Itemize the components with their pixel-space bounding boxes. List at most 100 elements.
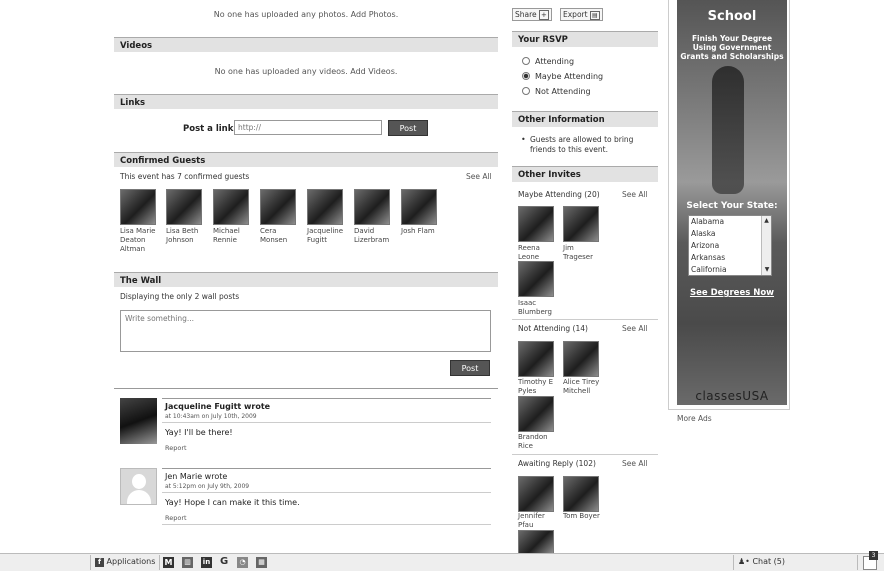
rsvp-option-not-attending[interactable]: Not Attending xyxy=(522,87,591,96)
facebook-apps-icon: f xyxy=(95,558,104,567)
invitee-avatar[interactable] xyxy=(518,476,554,512)
guest-name-6[interactable]: David Lizerbram xyxy=(354,227,398,245)
rsvp-option-maybe[interactable]: Maybe Attending xyxy=(522,72,603,81)
other-info-text: Guests are allowed to bring friends to t… xyxy=(530,135,634,154)
more-ads-link[interactable]: More Ads xyxy=(677,414,712,423)
invitee-avatar[interactable] xyxy=(563,206,599,242)
invitee-avatar[interactable] xyxy=(563,476,599,512)
wall-section-header: The Wall xyxy=(114,272,498,287)
post-divider xyxy=(162,398,491,399)
guest-avatar-3[interactable] xyxy=(213,189,249,225)
guest-name-4[interactable]: Cera Monsen xyxy=(260,227,304,245)
guests-see-all-link[interactable]: See All xyxy=(466,172,492,181)
guest-avatar-4[interactable] xyxy=(260,189,296,225)
invitee-avatar[interactable] xyxy=(518,341,554,377)
invitee-name[interactable]: Alice Tirey Mitchell xyxy=(563,378,609,396)
link-input[interactable] xyxy=(234,120,382,135)
app-icon-linkedin[interactable]: in xyxy=(201,557,212,568)
state-option[interactable]: California xyxy=(691,264,771,275)
radio-icon[interactable] xyxy=(522,87,530,95)
post-author-photo[interactable] xyxy=(120,468,157,505)
guest-name-1[interactable]: Lisa Marie Deaton Altman xyxy=(120,227,164,254)
photos-empty-text: No one has uploaded any photos. Add Phot… xyxy=(213,10,399,19)
applications-button[interactable]: f Applications xyxy=(90,555,161,570)
invitee-avatar[interactable] xyxy=(518,396,554,432)
ad-brand-logo: classesUSA xyxy=(695,389,769,403)
wall-post-button[interactable]: Post xyxy=(450,360,490,376)
post-divider xyxy=(162,468,491,469)
invitee-avatar[interactable] xyxy=(518,206,554,242)
invitee-name[interactable]: Jennifer Pfau xyxy=(518,512,558,530)
invites-divider xyxy=(512,454,658,455)
wall-textarea[interactable] xyxy=(120,310,491,352)
guest-avatar-2[interactable] xyxy=(166,189,202,225)
guest-avatar-7[interactable] xyxy=(401,189,437,225)
invitee-name[interactable]: Isaac Blumberg xyxy=(518,299,558,317)
guest-name-2[interactable]: Lisa Beth Johnson xyxy=(166,227,210,245)
app-icon-rss[interactable]: ◔ xyxy=(237,557,248,568)
share-button[interactable]: Share + xyxy=(512,8,552,21)
post-link-button[interactable]: Post xyxy=(388,120,428,136)
state-select-list[interactable]: Alabama Alaska Arizona Arkansas Californ… xyxy=(688,215,772,276)
awaiting-label: Awaiting Reply (102) xyxy=(518,459,596,468)
export-button[interactable]: Export ▤ xyxy=(560,8,603,21)
invitee-name[interactable]: Brandon Rice xyxy=(518,433,558,451)
invitee-name[interactable]: Reena Leone xyxy=(518,244,558,262)
maybe-see-all-link[interactable]: See All xyxy=(622,190,648,199)
scrollbar[interactable]: ▲ ▼ xyxy=(761,216,771,275)
guest-avatar-1[interactable] xyxy=(120,189,156,225)
awaiting-see-all-link[interactable]: See All xyxy=(622,459,648,468)
bullet-icon: • xyxy=(521,135,526,144)
post-author[interactable]: Jen Marie wrote xyxy=(165,472,227,481)
not-attending-see-all-link[interactable]: See All xyxy=(622,324,648,333)
guest-name-3[interactable]: Michael Rennie xyxy=(213,227,257,245)
post-author-photo[interactable] xyxy=(120,398,157,444)
chat-label: Chat (5) xyxy=(752,557,786,566)
invitee-avatar[interactable] xyxy=(563,341,599,377)
rsvp-header: Your RSVP xyxy=(512,31,658,47)
invitee-name[interactable]: Jim Trageser xyxy=(563,244,603,262)
app-icon-notes[interactable]: ▥ xyxy=(182,557,193,568)
state-option[interactable]: Arkansas xyxy=(691,252,771,264)
rsvp-label: Maybe Attending xyxy=(535,72,604,81)
guest-name-5[interactable]: Jacqueline Fugitt xyxy=(307,227,351,245)
invitee-avatar[interactable] xyxy=(518,261,554,297)
rsvp-label: Attending xyxy=(535,57,575,66)
videos-section-header: Videos xyxy=(114,37,498,52)
plus-icon: + xyxy=(539,10,549,20)
state-option[interactable]: Arizona xyxy=(691,240,771,252)
app-icon-m[interactable]: M xyxy=(163,557,174,568)
state-option[interactable]: Alabama xyxy=(691,216,771,228)
notifications-count-badge: 3 xyxy=(869,551,878,560)
chat-user-icon: ♟• xyxy=(738,557,750,566)
post-divider xyxy=(162,492,491,493)
invitee-avatar[interactable] xyxy=(518,530,554,554)
radio-selected-icon[interactable] xyxy=(522,72,530,80)
post-author[interactable]: Jacqueline Fugitt wrote xyxy=(165,402,270,411)
post-text: Yay! Hope I can make it this time. xyxy=(165,498,300,507)
chat-button[interactable]: ♟• Chat (5) xyxy=(733,555,858,570)
ad-tagline: Finish Your Degree Using Government Gran… xyxy=(680,34,784,61)
report-link[interactable]: Report xyxy=(165,444,187,452)
invitee-name[interactable]: Tom Boyer xyxy=(563,512,603,521)
wall-summary: Displaying the only 2 wall posts xyxy=(120,292,240,301)
state-option[interactable]: Alaska xyxy=(691,228,771,240)
radio-icon[interactable] xyxy=(522,57,530,65)
rsvp-option-attending[interactable]: Attending xyxy=(522,57,574,66)
invitee-name[interactable]: Timothy E Pyles xyxy=(518,378,562,396)
guest-avatar-6[interactable] xyxy=(354,189,390,225)
scroll-up-arrow-icon[interactable]: ▲ xyxy=(762,216,771,226)
app-icon-photos[interactable]: ▦ xyxy=(256,557,267,568)
post-divider xyxy=(162,422,491,423)
default-avatar-icon xyxy=(132,474,146,489)
calendar-icon: ▤ xyxy=(589,11,600,20)
guest-name-7[interactable]: Josh Flam xyxy=(401,227,453,236)
scroll-down-arrow-icon[interactable]: ▼ xyxy=(762,265,771,275)
links-section-header: Links xyxy=(114,94,498,109)
see-degrees-link[interactable]: See Degrees Now xyxy=(677,288,787,298)
ad-heading: School xyxy=(707,9,757,24)
invites-divider xyxy=(512,319,658,320)
guest-avatar-5[interactable] xyxy=(307,189,343,225)
report-link[interactable]: Report xyxy=(165,514,187,522)
app-icon-google[interactable]: G xyxy=(220,556,228,567)
